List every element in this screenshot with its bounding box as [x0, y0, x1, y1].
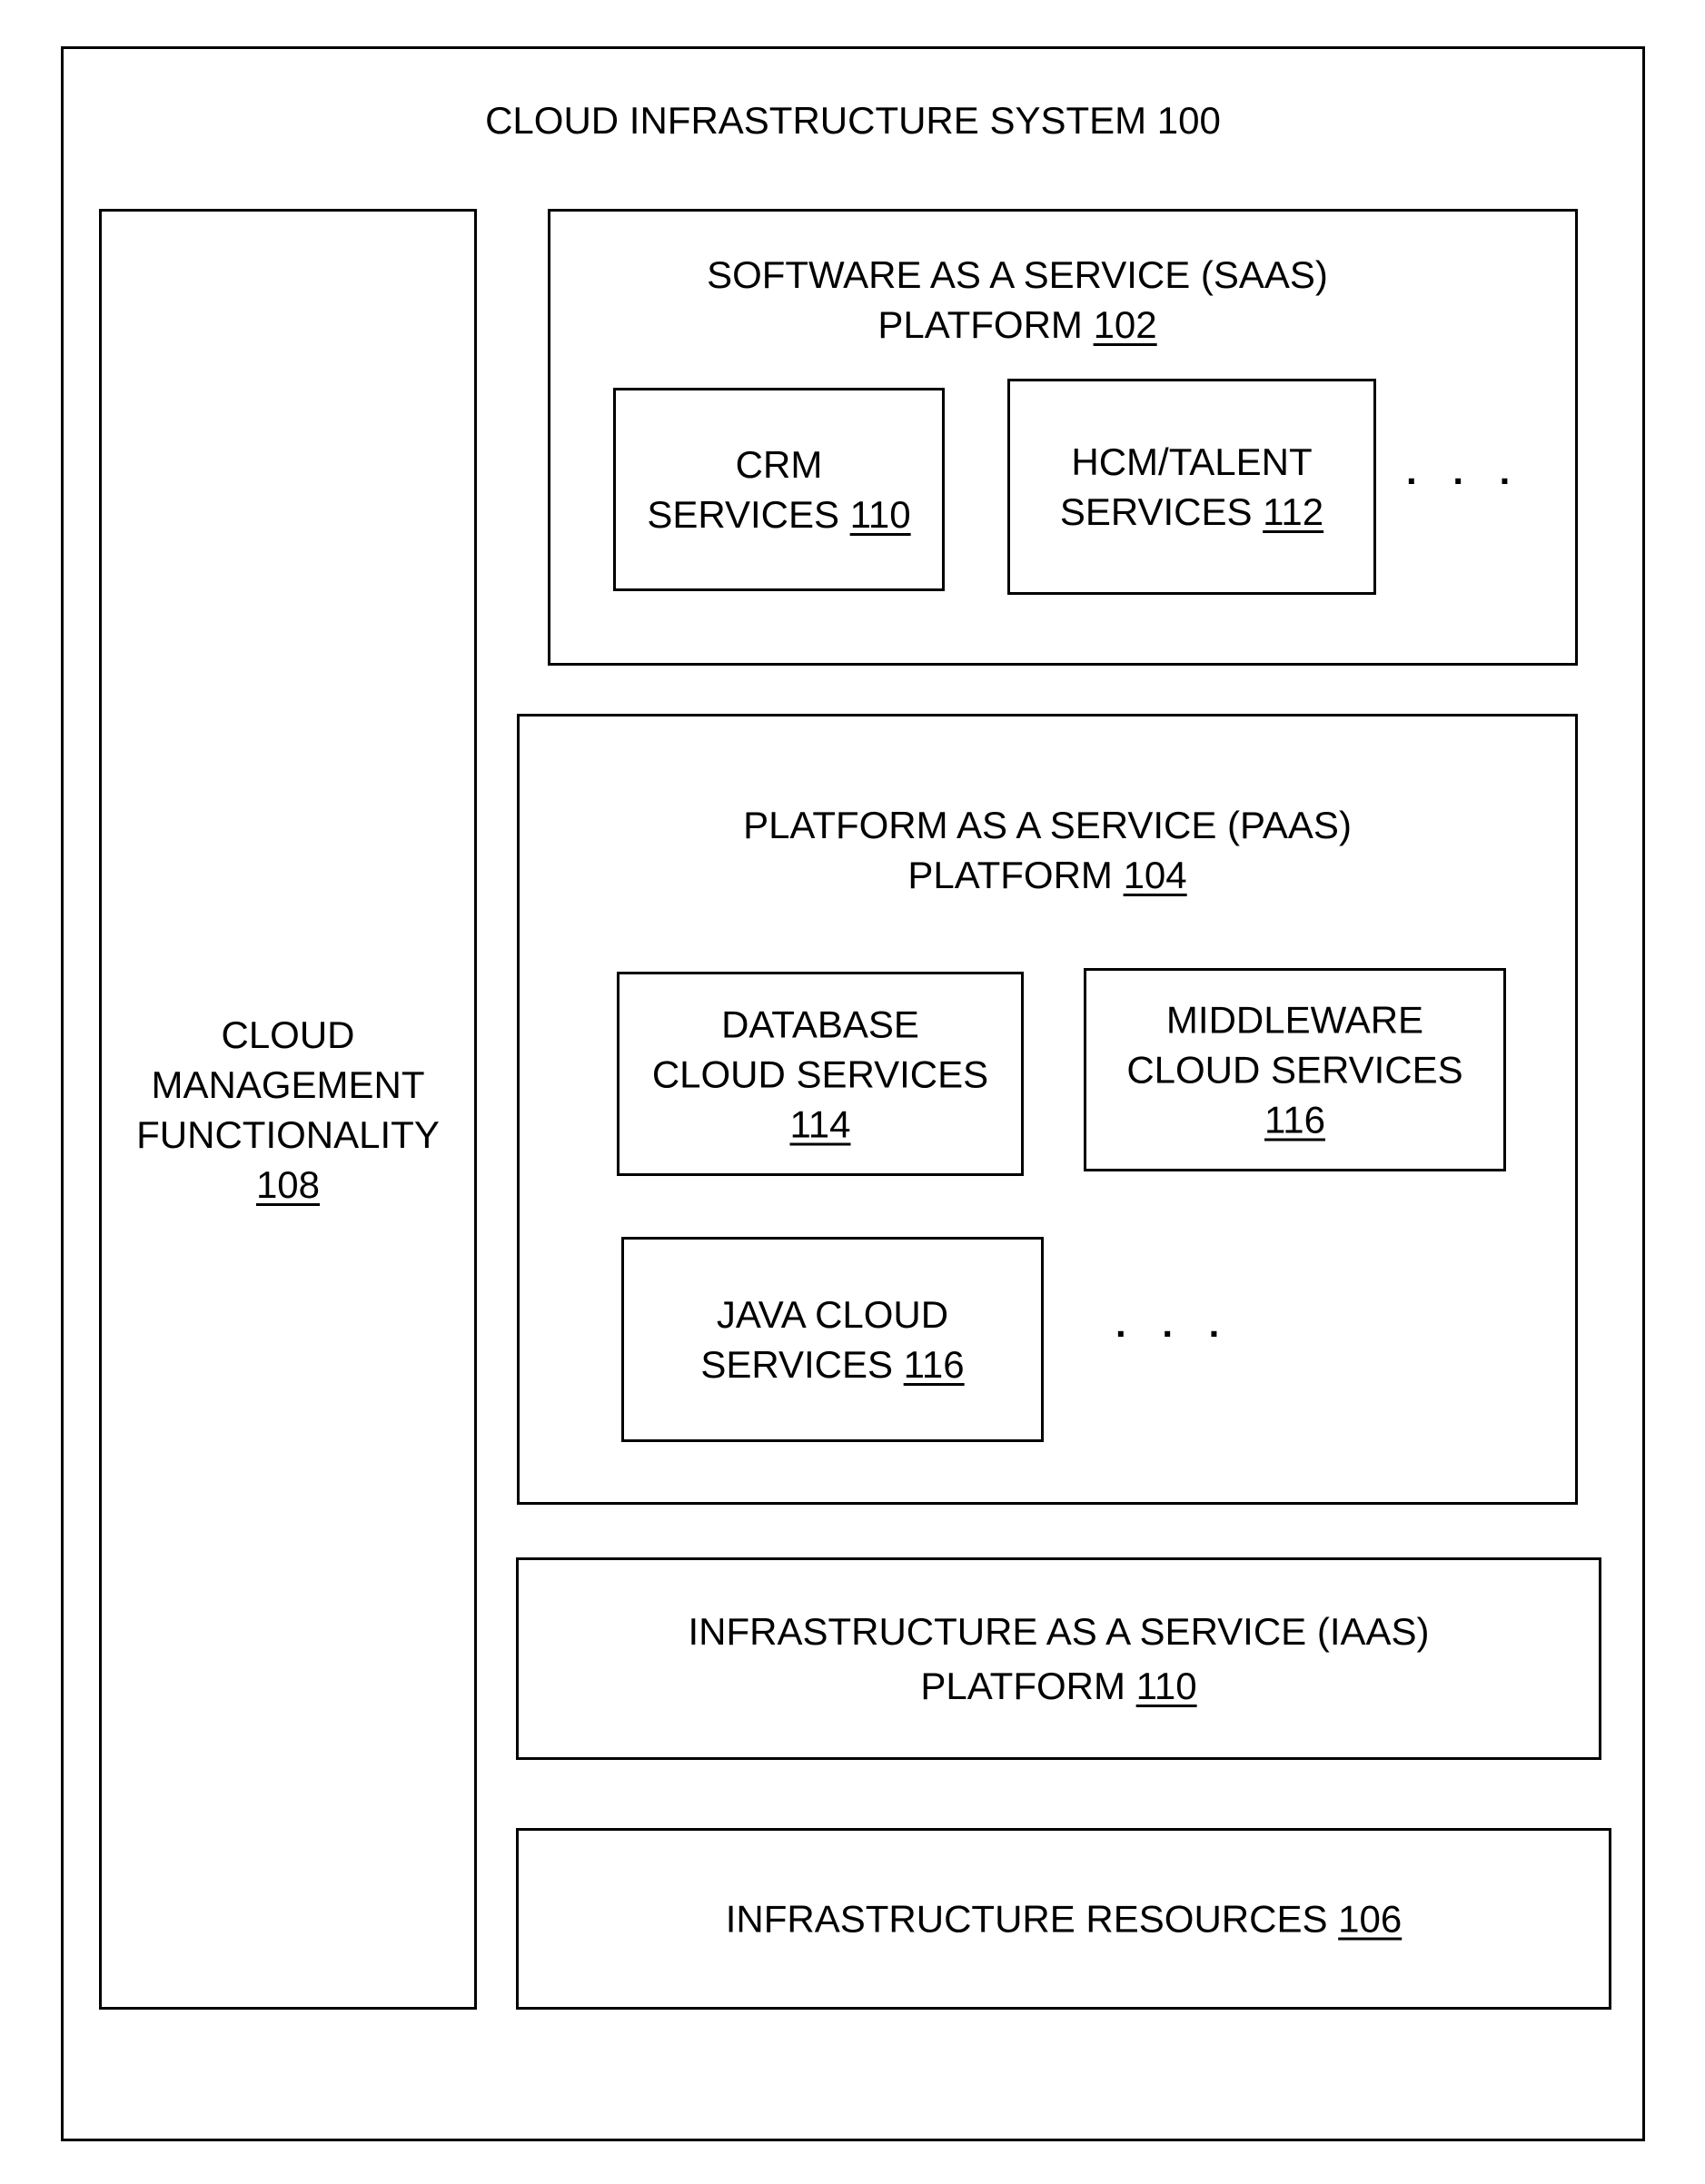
database-line-2: CLOUD SERVICES — [651, 1052, 989, 1095]
cloud-management-label: CLOUD MANAGEMENT FUNCTIONALITY 108 — [102, 1010, 474, 1210]
hcm-line-2: SERVICES — [1059, 490, 1253, 533]
paas-title-line-1: PLATFORM AS A SERVICE (PAAS) — [743, 804, 1352, 846]
iaas-platform-box: INFRASTRUCTURE AS A SERVICE (IAAS) PLATF… — [516, 1557, 1601, 1760]
saas-title-line-2: PLATFORM — [877, 303, 1083, 346]
middleware-line-2: CLOUD SERVICES — [1126, 1048, 1463, 1092]
middleware-line-1: MIDDLEWARE — [1165, 998, 1424, 1042]
paas-ellipsis: . . . — [1115, 1302, 1233, 1345]
iaas-line-2: PLATFORM — [920, 1664, 1125, 1707]
crm-ref: 110 — [849, 493, 911, 536]
iaas-ref: 110 — [1135, 1664, 1197, 1707]
paas-title-line-2: PLATFORM — [907, 854, 1113, 896]
crm-line-1: CRM — [735, 443, 823, 486]
middleware-ref: 116 — [1264, 1098, 1325, 1141]
cloud-management-box: CLOUD MANAGEMENT FUNCTIONALITY 108 — [99, 209, 477, 2010]
saas-ellipsis: . . . — [1406, 450, 1523, 492]
hcm-ref: 112 — [1263, 490, 1324, 533]
saas-ref: 102 — [1093, 303, 1157, 346]
iaas-line-1: INFRASTRUCTURE AS A SERVICE (IAAS) — [688, 1609, 1430, 1653]
hcm-talent-services-box: HCM/TALENT SERVICES 112 — [1007, 379, 1376, 595]
saas-title: SOFTWARE AS A SERVICE (SAAS) PLATFORM 10… — [460, 250, 1575, 350]
system-title: CLOUD INFRASTRUCTURE SYSTEM 100 — [485, 99, 1221, 142]
database-cloud-services-box: DATABASE CLOUD SERVICES 114 — [617, 972, 1024, 1176]
java-line-1: JAVA CLOUD — [716, 1293, 949, 1336]
resources-ref: 106 — [1338, 1897, 1403, 1941]
database-line-1: DATABASE — [721, 1003, 919, 1045]
java-ref: 116 — [903, 1343, 965, 1386]
saas-title-line-1: SOFTWARE AS A SERVICE (SAAS) — [707, 253, 1328, 296]
hcm-line-1: HCM/TALENT — [1071, 440, 1313, 483]
paas-title: PLATFORM AS A SERVICE (PAAS) PLATFORM 10… — [520, 800, 1575, 900]
infrastructure-resources-box: INFRASTRUCTURE RESOURCES 106 — [516, 1828, 1611, 2010]
crm-services-box: CRM SERVICES 110 — [613, 388, 945, 591]
database-ref: 114 — [789, 1102, 851, 1145]
management-ref: 108 — [255, 1162, 321, 1206]
middleware-cloud-services-box: MIDDLEWARE CLOUD SERVICES 116 — [1084, 968, 1506, 1171]
management-line-1: CLOUD — [221, 1013, 355, 1056]
java-line-2: SERVICES — [700, 1343, 893, 1386]
java-cloud-services-box: JAVA CLOUD SERVICES 116 — [621, 1237, 1044, 1442]
paas-ref: 104 — [1123, 854, 1187, 896]
resources-label: INFRASTRUCTURE RESOURCES — [725, 1897, 1328, 1941]
management-line-2: MANAGEMENT — [151, 1062, 425, 1106]
crm-line-2: SERVICES — [647, 493, 839, 536]
management-line-3: FUNCTIONALITY — [136, 1112, 440, 1156]
